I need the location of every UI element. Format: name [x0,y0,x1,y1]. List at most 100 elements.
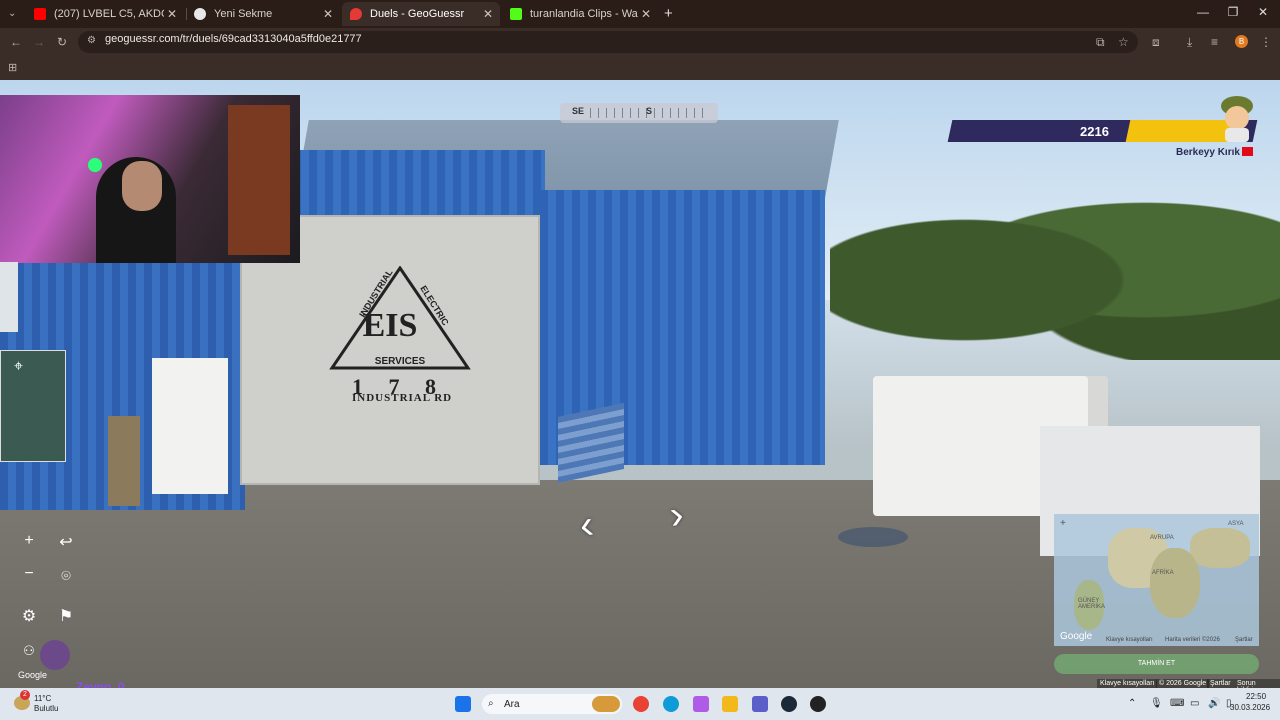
restore-icon[interactable]: ❐ [1223,5,1243,19]
streamer-webcam [0,95,300,263]
emote-button[interactable] [40,640,70,670]
close-tab-icon[interactable]: ✕ [480,7,496,21]
bookmark-star-icon[interactable]: ☆ [1118,35,1129,49]
sign-letters: EIS [363,307,418,344]
close-window-icon[interactable]: ✕ [1253,5,1273,19]
install-app-icon[interactable]: ⧉ [1096,35,1105,50]
edge-taskbar-icon[interactable] [663,696,679,712]
flag-icon[interactable]: ⚑ [51,606,81,626]
chrome-icon [194,8,206,20]
tab-new[interactable]: Yeni Sekme ✕ [186,2,340,26]
chrome-taskbar-icon[interactable] [633,696,649,712]
guess-button[interactable]: TAHMİN ET [1054,654,1259,674]
tab-youtube[interactable]: (207) LVBEL C5, AKDO - COOO ✕ [26,2,184,26]
player-score: 2216 [1080,124,1109,139]
player-name: Berkeyy Kırık [1176,147,1240,158]
menu-icon[interactable]: ⋮ [1260,35,1272,49]
minimap-attrib-terms[interactable]: Şartlar [1235,637,1253,643]
player-avatar-icon [1221,96,1253,142]
map-label-europe: AVRUPA [1150,535,1174,541]
map-pin-icon[interactable]: ⌖ [14,358,23,376]
microphone-icon[interactable]: 🎙 [1150,698,1163,709]
close-tab-icon[interactable]: ✕ [638,7,654,21]
steam-taskbar-icon[interactable] [781,696,797,712]
map-africa [1150,548,1200,618]
copilot-taskbar-icon[interactable] [693,696,709,712]
kick-icon [510,8,522,20]
clock-date[interactable]: 30.03.2026 [1230,703,1270,712]
attrib-copyright: © 2026 Google [1156,679,1210,688]
close-tab-icon[interactable]: ✕ [164,7,180,21]
minimap-expand-icon[interactable]: + [1060,518,1066,529]
sign-services: SERVICES [375,356,426,367]
tray-chevron-icon[interactable]: ⌃ [1128,698,1136,709]
address-road: INDUSTRIAL RD [352,392,453,404]
company-sign-logo: EIS INDUSTRIAL ELECTRIC SERVICES [329,266,471,370]
map-label-asia: ASYA [1228,521,1244,527]
minimize-icon[interactable]: — [1193,5,1213,19]
attrib-terms[interactable]: Şartlar [1207,679,1234,688]
google-watermark: Google [18,670,48,680]
minimap-attrib-data: Harita verileri ©2026 [1165,637,1220,643]
zoom-in-button[interactable]: + [14,532,44,550]
reading-list-icon[interactable]: ≡ [1211,35,1218,49]
weather-temp: 11°C [34,694,52,703]
new-tab-button[interactable]: + [664,5,673,22]
white-door [152,358,228,494]
reload-icon[interactable]: ↻ [57,35,67,49]
tab-title: (207) LVBEL C5, AKDO - COOO [54,8,164,20]
side-panel-strip [0,262,18,332]
notification-badge: 2 [20,690,30,700]
search-placeholder: Ara [504,699,520,710]
geoguessr-pin-icon [350,8,362,20]
checkpoint-icon[interactable]: ⌾ [51,568,81,586]
weather-desc: Bulutlu [34,704,59,713]
network-icon[interactable]: ▭ [1190,698,1199,709]
side-panel [0,350,66,462]
obs-taskbar-icon[interactable] [810,696,826,712]
turkey-flag-icon [1242,147,1253,156]
attrib-shortcuts[interactable]: Klavye kısayolları [1097,679,1158,688]
profile-avatar[interactable]: B [1235,35,1248,48]
streamer-face [122,161,162,211]
tab-title: Yeni Sekme [214,8,273,20]
forward-icon[interactable]: → [33,35,45,49]
youtube-icon [34,8,46,20]
webcam-door [228,105,290,255]
compass-ticks [590,108,710,118]
zoom-out-button[interactable]: − [14,565,44,583]
bookmarks-bar: ⊞ [0,56,1280,80]
compass-se: SE [572,106,585,116]
teams-taskbar-icon[interactable] [752,696,768,712]
extensions-icon[interactable]: ⧈ [1152,35,1160,50]
minimap-attrib-shortcuts[interactable]: Klavye kısayolları [1106,637,1153,643]
file-explorer-icon[interactable] [722,696,738,712]
tab-title: Duels - GeoGuessr [370,8,465,20]
map-asia [1190,528,1250,568]
windows-start-icon[interactable] [455,696,471,712]
keyboard-icon[interactable]: ⌨ [1170,698,1184,709]
tab-search-icon[interactable]: ⌄ [8,8,16,19]
oil-puddle [838,527,908,547]
tab-strip: ⌄ (207) LVBEL C5, AKDO - COOO ✕ Yeni Sek… [0,0,1280,28]
settings-gear-icon[interactable]: ⚙ [14,606,44,626]
trees [830,160,1280,360]
tab-geoguessr[interactable]: Duels - GeoGuessr ✕ [342,2,500,26]
map-label-africa: AFRİKA [1152,570,1174,576]
map-label-south-america: GÜNEY AMERİKA [1078,598,1106,610]
minimap-google-logo: Google [1060,631,1093,642]
wood-planks [108,416,140,506]
tab-kick[interactable]: turanlandia Clips - Watch Live ✕ [502,2,658,26]
tab-title: turanlandia Clips - Watch Live [530,8,638,20]
back-icon[interactable]: ← [10,35,22,49]
return-to-start-button[interactable]: ↩ [51,532,81,552]
download-icon[interactable]: ⤓ [1187,35,1192,50]
site-info-icon[interactable]: ⚙ [87,35,96,46]
url-text[interactable]: geoguessr.com/tr/duels/69cad3313040a5ffd… [105,33,362,45]
blue-pallet [558,402,624,484]
clock-time[interactable]: 22:50 [1246,692,1266,701]
volume-icon[interactable]: 🔊 [1208,698,1220,709]
apps-grid-icon[interactable]: ⊞ [8,61,17,74]
search-icon: ⌕ [488,698,494,709]
close-tab-icon[interactable]: ✕ [320,7,336,21]
